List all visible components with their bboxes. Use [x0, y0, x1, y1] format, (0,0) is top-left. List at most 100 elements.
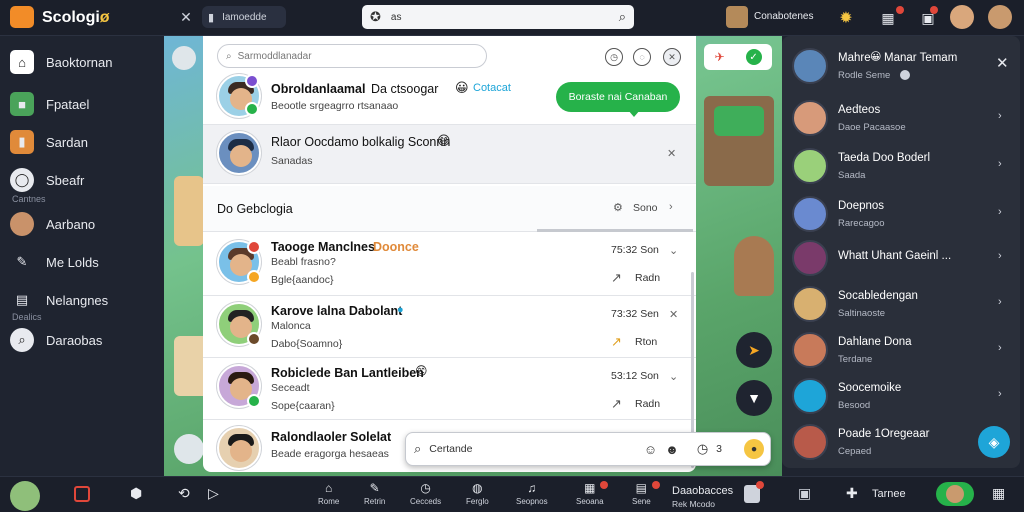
friend-row[interactable]: Taeda Doo Boderl Saada › [782, 144, 1020, 188]
sidebar-item-wrench[interactable]: ✎ Me Lolds [10, 250, 99, 274]
bottom-tab-seopnos[interactable]: ♫ Seopnos [516, 481, 548, 506]
server-pill[interactable]: ▮ Iamoedde [202, 6, 286, 28]
bubble-tail [628, 110, 640, 117]
game-button-icon[interactable] [172, 46, 196, 70]
chevron-right-icon[interactable]: › [998, 250, 1002, 262]
chat-row[interactable]: Karove lalna Dabolant ● Malonca Dabo{Soa… [203, 296, 696, 358]
status-dot [900, 70, 910, 80]
emoji-icon: 😀 [455, 80, 469, 95]
doc-icon: ▤ [15, 292, 29, 307]
reply-icon[interactable]: ↗ [611, 396, 622, 412]
friends-panel: Mahre 😀 Manar Temam Rodle Seme ✕ Aedteos… [782, 36, 1020, 468]
music-icon: ♫ [527, 481, 537, 495]
avatar [792, 424, 828, 460]
sidebar-item-chat[interactable]: ◯ Sbeafr [10, 168, 84, 192]
bottom-tab-sene[interactable]: ▤ Sene [632, 481, 651, 506]
panel-search-input[interactable]: ⌕ Sarmoddlanadar [217, 44, 487, 68]
player-avatar[interactable] [10, 481, 40, 511]
avatar [792, 332, 828, 368]
clock-icon[interactable]: ◷ [697, 441, 708, 457]
wrench-icon: ✎ [16, 254, 28, 269]
tooltip-bubble[interactable]: Boraste nai Canaban [556, 82, 680, 112]
friend-row[interactable]: Doepnos Rarecagoo › [782, 192, 1020, 236]
avatar [792, 240, 828, 276]
bottom-tab-ferglo[interactable]: ◍ Ferglo [466, 481, 489, 506]
emoji-icon[interactable]: ☻ [665, 442, 679, 457]
joystick-icon[interactable] [174, 434, 204, 464]
bottom-tab-cecceds[interactable]: ◷ Cecceds [410, 481, 441, 506]
chat-bubble-icon[interactable]: ◌ [633, 48, 651, 66]
user-avatar[interactable] [726, 6, 748, 28]
search-icon[interactable]: ⌕ [619, 9, 626, 25]
close-icon[interactable]: ✕ [667, 147, 676, 160]
top-search-input[interactable]: ✪ as ⌕ [362, 5, 634, 29]
emoji-icon: 😄 [437, 133, 451, 148]
plane-icon[interactable]: ✈ [714, 50, 724, 64]
close-icon[interactable]: ✕ [669, 308, 678, 321]
square-icon[interactable] [74, 486, 90, 502]
reply-icon[interactable]: ↗ [611, 270, 622, 286]
status-badge [245, 74, 259, 88]
cross-arrows-icon[interactable]: ✕ [174, 5, 198, 29]
sidebar-item-search[interactable]: ⌕ Daraobas [10, 328, 102, 352]
wand-icon[interactable]: ⟲ [178, 485, 190, 502]
message-compose-input[interactable]: ⌕ Certande ☺ ☻ ◷ 3 ● [405, 432, 771, 466]
close-icon[interactable]: ✕ [996, 54, 1009, 72]
chevron-right-icon[interactable]: › [998, 206, 1002, 218]
image-icon[interactable]: ☺ [644, 442, 657, 457]
header-tag: Cotacat [473, 82, 511, 94]
chevron-right-icon[interactable]: › [998, 342, 1002, 354]
card-icon[interactable]: ▣ [798, 485, 811, 502]
sidebar-item-doc[interactable]: ▤ Nelangnes [10, 288, 108, 312]
flame-action-icon[interactable]: ➤ [736, 332, 772, 368]
bottom-tab-rome[interactable]: ⌂ Rome [318, 481, 339, 506]
chat-row[interactable]: Robiclede Ban Lantleiben 😊 Seceadt Sope{… [203, 358, 696, 420]
sidebar-item-avatar[interactable]: Aarbano [10, 212, 95, 236]
count-label: 3 [716, 443, 722, 455]
friend-row[interactable]: Soocemoike Besood › [782, 374, 1020, 418]
sidebar-item-bag[interactable]: ▮ Sardan [10, 130, 88, 154]
chevron-right-icon[interactable]: › [998, 296, 1002, 308]
status-badge [247, 394, 261, 408]
friend-row[interactable]: Aedteos Daoe Pacaasoe › [782, 96, 1020, 140]
emoji-icon: 😀 [870, 51, 882, 63]
chevron-right-icon[interactable]: › [998, 388, 1002, 400]
app-logo-icon[interactable] [10, 6, 34, 28]
chevron-right-icon[interactable]: › [998, 158, 1002, 170]
friend-row[interactable]: Socabledengan Saltinaoste › [782, 282, 1020, 326]
chevron-right-icon[interactable]: › [669, 201, 673, 213]
quick-actions[interactable]: ✈ ✓ [704, 44, 772, 70]
chevron-right-icon[interactable]: › [998, 110, 1002, 122]
reply-icon[interactable]: ↗ [611, 334, 622, 350]
gear-icon[interactable]: ⚙ [613, 201, 623, 214]
send-icon[interactable]: ● [744, 439, 764, 459]
plus-icon[interactable]: ✚ [846, 485, 858, 502]
chevron-down-icon[interactable]: ⌄ [669, 244, 678, 257]
friends-header[interactable]: Mahre 😀 Manar Temam Rodle Seme ✕ [782, 44, 1020, 92]
check-icon[interactable]: ✓ [745, 49, 762, 65]
status-badge [247, 270, 261, 284]
grid-icon[interactable]: ▦ [992, 485, 1005, 502]
online-toggle[interactable] [936, 482, 974, 506]
clock-icon[interactable]: ◷ [605, 48, 623, 66]
play-icon[interactable]: ▷ [208, 485, 219, 502]
chat-fab-icon[interactable]: ◈ [978, 426, 1010, 458]
chat-row[interactable]: Rlaor Oocdamo bolkalig Sconnn 😄 Sanadas … [203, 124, 696, 184]
friend-row[interactable]: Dahlane Dona Terdane › [782, 328, 1020, 372]
sidebar-item-home[interactable]: ⌂ Baoktornan [10, 50, 113, 74]
chat-row[interactable]: Taooge Manclnes Doonce Beabl frasno? Bgl… [203, 234, 696, 296]
left-sidebar: ⌂ Baoktornan ■ Fpatael ▮ Sardan ◯ Sbeafr Can… [0, 36, 164, 476]
profile-avatar[interactable] [950, 5, 974, 29]
shield-action-icon[interactable]: ▼ [736, 380, 772, 416]
avatar [792, 148, 828, 184]
profile-avatar-2[interactable] [988, 5, 1012, 29]
app-name: Scologiø [42, 9, 110, 26]
sun-icon[interactable]: ✹ [834, 6, 858, 30]
shield-icon[interactable]: ⬢ [130, 485, 142, 502]
chevron-down-icon[interactable]: ⌄ [669, 370, 678, 383]
sidebar-subtext: Cantnes [12, 194, 46, 204]
settings-icon[interactable]: ✕ [663, 48, 681, 66]
friend-row[interactable]: Whatt Uhant Gaeinl ... › [782, 236, 1020, 280]
sidebar-item-cube[interactable]: ■ Fpatael [10, 92, 89, 116]
bottom-tab-retrin[interactable]: ✎ Retrin [364, 481, 385, 506]
